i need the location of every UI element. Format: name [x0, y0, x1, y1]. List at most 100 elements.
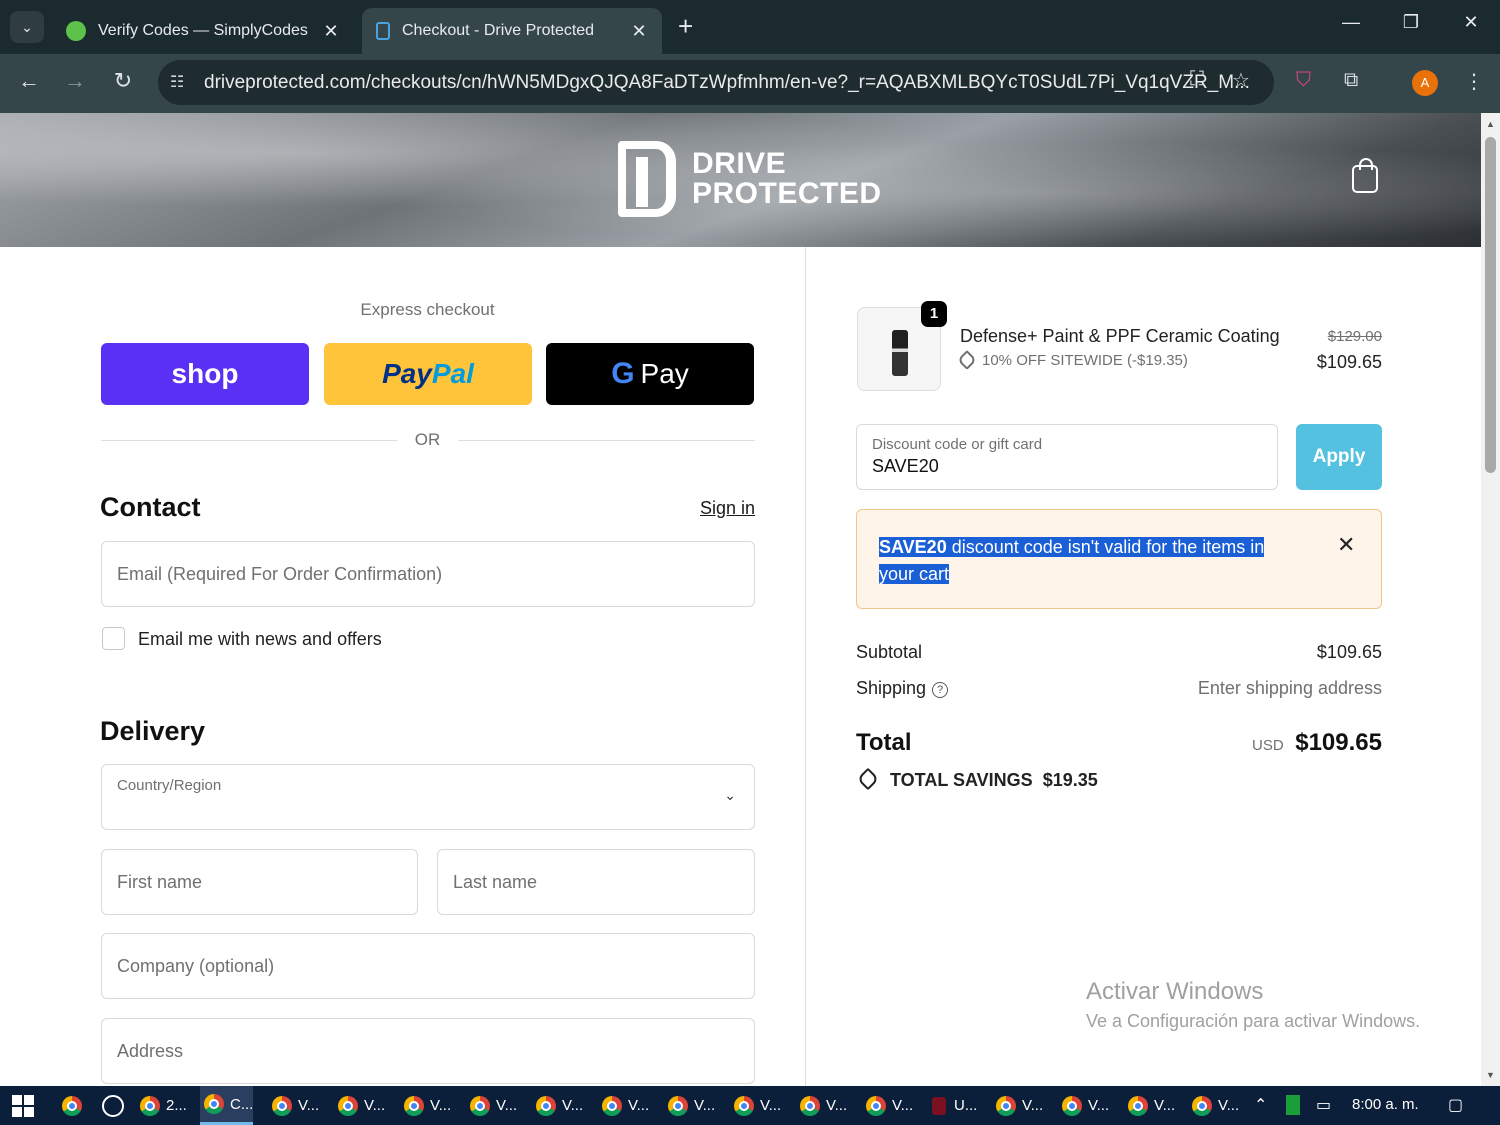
company-field[interactable]: Company (optional)	[101, 933, 755, 999]
minimize-icon[interactable]: —	[1336, 12, 1366, 33]
taskbar-window-item[interactable]: V...	[664, 1086, 715, 1125]
simplycodes-favicon-icon	[66, 21, 86, 41]
total-savings: TOTAL SAVINGS $19.35	[856, 767, 1098, 791]
product-name: Defense+ Paint & PPF Ceramic Coating	[960, 326, 1280, 346]
back-icon[interactable]: ←	[14, 68, 44, 94]
address-bar[interactable]: ☷ driveprotected.com/checkouts/cn/hWN5MD…	[158, 60, 1274, 105]
sign-in-link[interactable]: Sign in	[700, 498, 755, 519]
taskbar-window-item[interactable]: V...	[334, 1086, 385, 1125]
discount-field-label: Discount code or gift card	[872, 436, 1043, 453]
new-tab-button[interactable]: +	[678, 12, 693, 40]
newsletter-checkbox[interactable]	[102, 627, 125, 650]
taskbar-item-label: 2...	[166, 1097, 187, 1114]
scroll-down-icon[interactable]: ▼	[1486, 1070, 1495, 1080]
translate-icon[interactable]: ⛶	[1190, 68, 1204, 91]
taskbar-window-item[interactable]: V...	[1188, 1086, 1239, 1125]
help-circle-icon[interactable]: ?	[932, 682, 949, 698]
google-g-icon: G	[611, 357, 635, 390]
profile-avatar[interactable]: A	[1412, 70, 1438, 96]
tray-app-icon[interactable]	[1286, 1095, 1300, 1115]
google-pay-button[interactable]: G Pay	[546, 343, 754, 405]
taskbar-window-item[interactable]: V...	[1124, 1086, 1175, 1125]
scroll-up-icon[interactable]: ▲	[1486, 119, 1495, 129]
taskbar-window-item[interactable]: V...	[992, 1086, 1043, 1125]
taskbar-window-item[interactable]: V...	[532, 1086, 583, 1125]
chrome-icon	[272, 1095, 292, 1116]
savings-tag-icon	[856, 767, 880, 791]
close-window-icon[interactable]: ✕	[1456, 12, 1486, 33]
quantity-badge: 1	[921, 301, 947, 327]
tab-close-icon[interactable]: ✕	[630, 21, 648, 42]
taskbar-item-label: V...	[694, 1097, 716, 1114]
taskbar-item-label: V...	[496, 1097, 518, 1114]
tab-title: Checkout - Drive Protected	[402, 22, 595, 39]
first-name-field[interactable]: First name	[101, 849, 418, 915]
taskbar-clock[interactable]: 8:00 a. m.	[1352, 1096, 1419, 1113]
forward-icon[interactable]: →	[60, 68, 90, 94]
taskbar-window-item[interactable]: V...	[796, 1086, 847, 1125]
close-icon[interactable]: ✕	[1337, 532, 1355, 558]
taskbar-window-item[interactable]: C...	[200, 1086, 254, 1125]
country-select[interactable]: Country/Region ⌄	[101, 764, 755, 830]
network-icon[interactable]: ▭	[1316, 1095, 1331, 1115]
notifications-icon[interactable]: ▢	[1448, 1095, 1463, 1115]
reload-icon[interactable]: ↻	[108, 68, 138, 94]
tab-search-button[interactable]: ⌄	[10, 11, 44, 43]
taskbar-chrome-pinned[interactable]	[58, 1086, 88, 1125]
tray-chevron-up-icon[interactable]: ⌃	[1254, 1095, 1267, 1115]
logo-mark-icon	[618, 141, 676, 217]
taskbar-window-item[interactable]: V...	[268, 1086, 319, 1125]
extensions-puzzle-icon[interactable]: ⧉	[1344, 69, 1358, 92]
windows-activation-title: Activar Windows	[1086, 978, 1264, 1005]
tab-checkout[interactable]: Checkout - Drive Protected ✕	[362, 8, 662, 54]
paypal-button[interactable]: Pay Pal	[324, 343, 532, 405]
shop-pay-button[interactable]: shop	[101, 343, 309, 405]
product-discount: 10% OFF SITEWIDE (-$19.35)	[957, 350, 1188, 370]
total-value: $109.65	[1295, 729, 1382, 756]
page-scrollbar[interactable]: ▲ ▼	[1481, 113, 1500, 1086]
last-name-field[interactable]: Last name	[437, 849, 755, 915]
or-label: OR	[414, 430, 441, 449]
taskbar-window-item[interactable]: 2...	[136, 1086, 187, 1125]
site-logo[interactable]: DRIVE PROTECTED	[618, 141, 882, 217]
chrome-icon	[602, 1095, 622, 1116]
paypal-label-pay: Pay	[382, 358, 432, 389]
taskbar-item-label: V...	[892, 1097, 914, 1114]
scrollbar-thumb[interactable]	[1485, 137, 1496, 473]
taskbar-window-item[interactable]: V...	[862, 1086, 913, 1125]
app-icon	[932, 1096, 946, 1115]
taskbar-window-item[interactable]: V...	[466, 1086, 517, 1125]
tab-verify-codes[interactable]: Verify Codes — SimplyCodes ✕	[52, 8, 354, 54]
discount-field-value: SAVE20	[872, 456, 939, 476]
restore-icon[interactable]: ❐	[1396, 12, 1426, 33]
taskbar-window-item[interactable]: V...	[400, 1086, 451, 1125]
chrome-menu-icon[interactable]: ⋮	[1464, 69, 1484, 94]
chrome-icon	[62, 1095, 82, 1116]
discount-code-field[interactable]: Discount code or gift card SAVE20	[856, 424, 1278, 490]
tab-close-icon[interactable]: ✕	[322, 21, 340, 42]
alert-message: SAVE20 discount code isn't valid for the…	[879, 534, 1279, 588]
taskbar-window-item[interactable]: V...	[1058, 1086, 1109, 1125]
last-name-placeholder: Last name	[453, 871, 538, 892]
site-info-icon[interactable]: ☷	[170, 60, 184, 105]
bookmark-star-icon[interactable]: ☆	[1232, 68, 1250, 93]
shopping-bag-icon[interactable]	[1352, 158, 1378, 193]
alert-code: SAVE20	[879, 537, 947, 557]
taskbar-window-item[interactable]: U...	[928, 1086, 977, 1125]
discount-tag-icon	[957, 350, 977, 370]
chrome-icon	[470, 1095, 490, 1116]
shipping-label: Shipping	[856, 678, 927, 698]
chrome-icon	[404, 1095, 424, 1116]
windows-start-icon[interactable]	[12, 1095, 34, 1117]
driveprotected-favicon-icon	[376, 22, 390, 40]
chrome-icon	[668, 1095, 688, 1116]
taskbar-whatsapp[interactable]	[98, 1086, 124, 1125]
address-field[interactable]: Address	[101, 1018, 755, 1084]
taskbar-window-item[interactable]: V...	[730, 1086, 781, 1125]
chrome-icon	[1192, 1095, 1212, 1116]
extension-shield-icon[interactable]: ⛉	[1296, 69, 1311, 92]
windows-activation-subtitle: Ve a Configuración para activar Windows.	[1086, 1011, 1421, 1031]
taskbar-window-item[interactable]: V...	[598, 1086, 649, 1125]
email-field[interactable]: Email (Required For Order Confirmation)	[101, 541, 755, 607]
apply-discount-button[interactable]: Apply	[1296, 424, 1382, 490]
